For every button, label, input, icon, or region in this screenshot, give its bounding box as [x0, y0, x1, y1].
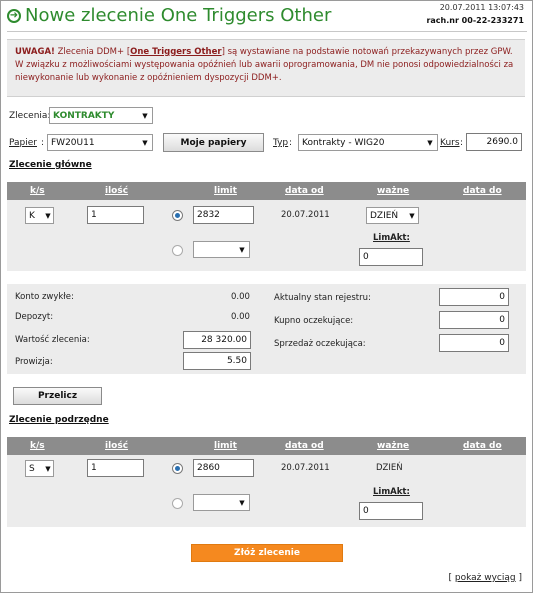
col-ks[interactable]: k/s: [30, 186, 45, 196]
col-ks[interactable]: k/s: [30, 441, 45, 451]
konto-label: Konto zwykłe:: [15, 292, 74, 302]
main-wazne-value: DZIEŃ: [370, 210, 399, 221]
main-ks-select[interactable]: K ▼: [25, 207, 54, 224]
sub-limit-input[interactable]: 2860: [193, 459, 254, 477]
main-wazne-select[interactable]: DZIEŃ ▼: [366, 207, 419, 224]
warning-prefix: UWAGA!: [15, 47, 55, 57]
aktualny-input[interactable]: 0: [439, 288, 509, 306]
sub-ks-select[interactable]: S ▼: [25, 460, 54, 477]
main-ilosc-input[interactable]: 1: [87, 206, 144, 224]
warning-box: UWAGA! Zlecenia DDM+ [One Triggers Other…: [7, 39, 525, 97]
sprzedaz-label: Sprzedaż oczekująca:: [274, 339, 366, 349]
przelicz-button[interactable]: Przelicz: [13, 387, 102, 405]
show-extract-link[interactable]: pokaż wyciąg: [455, 573, 516, 583]
papier-value: FW20U11: [51, 137, 95, 148]
col-ilosc[interactable]: ilość: [105, 441, 128, 451]
page-title-text: Nowe zlecenie One Triggers Other: [25, 5, 332, 26]
colon: :: [460, 138, 464, 148]
sub-order-body: [7, 455, 526, 527]
col-wazne[interactable]: ważne: [377, 441, 409, 451]
col-data-od[interactable]: data od: [285, 441, 324, 451]
kupno-label: Kupno oczekujące:: [274, 316, 354, 326]
wartosc-input[interactable]: 28 320.00: [183, 331, 251, 349]
col-data-do[interactable]: data do: [463, 441, 502, 451]
papier-label: Papier: [9, 138, 37, 148]
sub-limit-radio-type[interactable]: [172, 498, 183, 509]
sub-limit-radio-price[interactable]: [172, 463, 183, 474]
colon: :: [289, 138, 293, 148]
sub-limakt-label: LimAkt:: [373, 487, 410, 497]
col-data-do[interactable]: data do: [463, 186, 502, 196]
submit-order-button[interactable]: Złóż zlecenie: [191, 544, 343, 562]
radio-selected-dot: [175, 213, 180, 218]
chevron-down-icon: ▼: [142, 111, 148, 120]
moje-papiery-button[interactable]: Moje papiery: [163, 133, 264, 152]
zlecenia-label: Zlecenia:: [9, 111, 51, 121]
col-data-od[interactable]: data od: [285, 186, 324, 196]
typ-value: Kontrakty - WIG20: [302, 137, 385, 148]
typ-label: Typ: [273, 138, 289, 148]
main-data-od: 20.07.2011: [281, 210, 330, 220]
main-limit-radio-type[interactable]: [172, 245, 183, 256]
zlecenia-value: KONTRAKTY: [53, 110, 115, 121]
main-order-header: k/s ilość limit data od ważne data do: [7, 182, 526, 200]
depozyt-value: 0.00: [231, 312, 250, 322]
divider: [7, 31, 527, 32]
sub-wazne: DZIEŃ: [376, 463, 403, 473]
main-limakt-input[interactable]: 0: [359, 248, 423, 266]
aktualny-label: Aktualny stan rejestru:: [274, 293, 371, 303]
sub-order-title: Zlecenie podrzędne: [9, 415, 109, 425]
chevron-down-icon: ▼: [45, 464, 51, 473]
konto-value: 0.00: [231, 292, 250, 302]
main-limakt-label: LimAkt:: [373, 233, 410, 243]
chevron-down-icon: ▼: [427, 138, 433, 147]
datetime: 20.07.2011 13:07:43: [439, 3, 524, 12]
depozyt-label: Depozyt:: [15, 312, 54, 322]
warning-link[interactable]: One Triggers Other: [130, 47, 221, 57]
col-wazne[interactable]: ważne: [377, 186, 409, 196]
main-order-body: [7, 200, 526, 271]
sprzedaz-input[interactable]: 0: [439, 334, 509, 352]
colon: :: [41, 138, 45, 148]
chevron-down-icon: ▼: [45, 211, 51, 220]
col-limit[interactable]: limit: [214, 441, 237, 451]
sub-limit-type-select[interactable]: ▼: [193, 494, 250, 511]
page-title: ➜ Nowe zlecenie One Triggers Other: [7, 5, 331, 26]
sub-ks-value: S: [29, 463, 35, 474]
radio-selected-dot: [175, 466, 180, 471]
kupno-input[interactable]: 0: [439, 311, 509, 329]
col-limit[interactable]: limit: [214, 186, 237, 196]
sub-data-od: 20.07.2011: [281, 463, 330, 473]
prowizja-input[interactable]: 5.50: [183, 352, 251, 370]
show-extract: [ pokaż wyciąg ]: [449, 573, 523, 583]
typ-select[interactable]: Kontrakty - WIG20 ▼: [298, 134, 438, 151]
chevron-down-icon: ▼: [142, 138, 148, 147]
sub-limakt-input[interactable]: 0: [359, 502, 423, 520]
chevron-down-icon: ▼: [239, 245, 245, 254]
col-ilosc[interactable]: ilość: [105, 186, 128, 196]
main-limit-radio-price[interactable]: [172, 210, 183, 221]
papier-select[interactable]: FW20U11 ▼: [47, 134, 153, 151]
sub-ilosc-input[interactable]: 1: [87, 459, 144, 477]
main-order-title: Zlecenie główne: [9, 160, 92, 170]
order-page: ➜ Nowe zlecenie One Triggers Other 20.07…: [0, 0, 533, 593]
arrow-right-icon: ➜: [7, 8, 21, 23]
chevron-down-icon: ▼: [239, 498, 245, 507]
main-limit-type-select[interactable]: ▼: [193, 241, 250, 258]
main-limit-input[interactable]: 2832: [193, 206, 254, 224]
prowizja-label: Prowizja:: [15, 357, 53, 367]
kurs-input[interactable]: 2690.0: [466, 133, 522, 151]
sub-order-header: k/s ilość limit data od ważne data do: [7, 437, 526, 455]
kurs-label: Kurs: [440, 138, 460, 148]
wartosc-label: Wartość zlecenia:: [15, 335, 90, 345]
zlecenia-select[interactable]: KONTRAKTY ▼: [49, 107, 153, 124]
chevron-down-icon: ▼: [409, 211, 415, 220]
warning-text-1: Zlecenia DDM+ [: [54, 47, 131, 57]
main-ks-value: K: [29, 210, 35, 221]
bracket-close: ]: [515, 573, 522, 583]
account-number: rach.nr 00-22-233271: [426, 16, 524, 25]
